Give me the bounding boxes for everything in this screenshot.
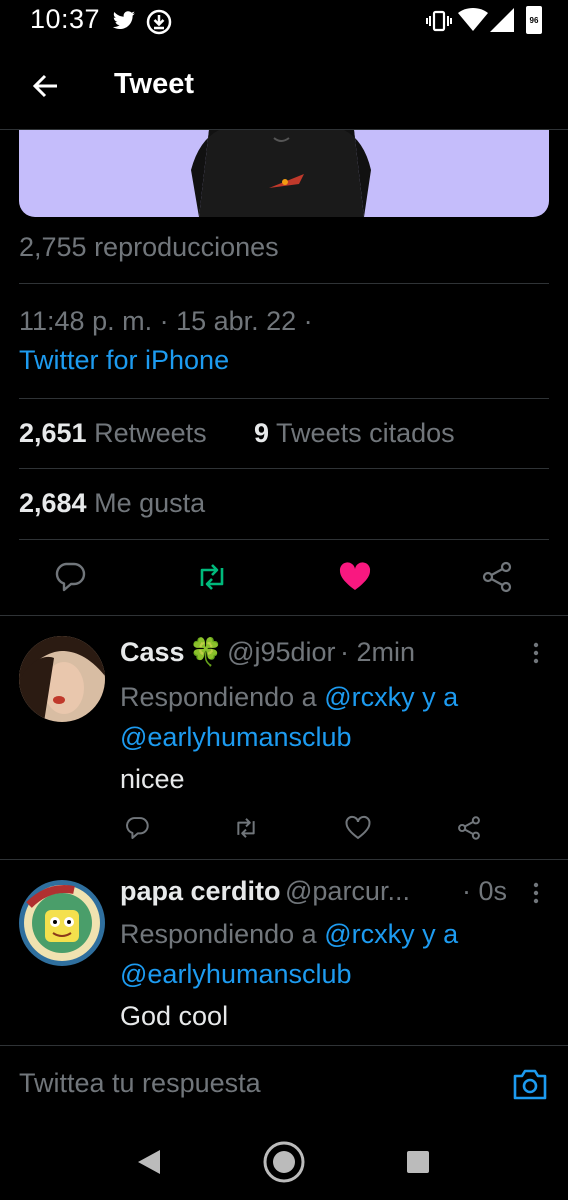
share-icon[interactable] [480, 560, 514, 594]
recents-square-icon[interactable] [406, 1150, 430, 1174]
quotes-count: 9 [254, 418, 270, 448]
like-icon[interactable] [338, 560, 372, 594]
likes-label: Me gusta [94, 488, 206, 518]
divider [19, 539, 549, 540]
likes-stat[interactable]: 2,684 Me gusta [19, 488, 205, 519]
reply-icon[interactable] [124, 815, 150, 841]
replying-to: Respondiendo a @rcxky y a @earlyhumanscl… [120, 677, 540, 757]
mention-joiner: y a [422, 682, 459, 712]
signal-icon [490, 8, 514, 32]
reply-author-name[interactable]: Cass [120, 637, 185, 667]
clover-emoji: 🍀 [189, 637, 223, 667]
tweet-client-link[interactable]: Twitter for iPhone [19, 345, 229, 376]
likes-count: 2,684 [19, 488, 87, 518]
media-illustration [191, 130, 371, 217]
reply-item[interactable]: papa cerdito @parcur... · 0s Respondiend… [0, 860, 568, 1045]
wifi-icon [458, 8, 488, 31]
status-bar: 10:37 96 [0, 0, 568, 46]
avatar-image [19, 636, 105, 722]
mention-link[interactable]: @rcxky [324, 682, 414, 712]
battery-icon: 96 [526, 6, 542, 34]
reply-time: · 0s [462, 876, 508, 906]
back-triangle-icon[interactable] [136, 1148, 162, 1176]
battery-level: 96 [529, 16, 539, 25]
mention-link[interactable]: @earlyhumansclub [120, 722, 352, 752]
more-options-icon[interactable] [532, 882, 540, 904]
retweets-stat[interactable]: 2,651 Retweets [19, 418, 207, 449]
mention-link[interactable]: @rcxky [324, 919, 414, 949]
divider [19, 468, 549, 469]
divider [19, 283, 549, 284]
quotes-label: Tweets citados [276, 418, 455, 448]
mention-link[interactable]: @earlyhumansclub [120, 959, 352, 989]
arrow-left-icon[interactable] [30, 70, 62, 102]
more-options-icon[interactable] [532, 642, 540, 664]
tweet-media[interactable] [19, 130, 549, 217]
avatar[interactable] [19, 880, 105, 966]
home-circle-icon[interactable] [262, 1140, 306, 1184]
quotes-stat[interactable]: 9 Tweets citados [254, 418, 455, 449]
tweet-timestamp: 11:48 p. m. · 15 abr. 22 · [19, 306, 313, 336]
avatar-image [19, 880, 105, 966]
vibrate-icon [426, 10, 452, 32]
divider [19, 398, 549, 399]
system-nav-bar [0, 1116, 568, 1200]
page-title: Tweet [114, 68, 195, 100]
retweet-icon[interactable] [195, 560, 229, 594]
like-icon[interactable] [345, 815, 371, 841]
mention-joiner: y a [422, 919, 459, 949]
reply-time: · 2min [340, 637, 416, 667]
camera-icon[interactable] [512, 1067, 548, 1101]
reply-item[interactable]: Cass 🍀 @j95dior · 2min Respondiendo a @r… [0, 616, 568, 859]
reply-header: Cass 🍀 @j95dior · 2min [120, 636, 415, 668]
reply-header: papa cerdito @parcur... [120, 876, 460, 907]
replying-to: Respondiendo a @rcxky y a @earlyhumanscl… [120, 914, 540, 994]
twitter-bird-icon [112, 11, 135, 29]
download-icon [146, 9, 172, 35]
reply-text: nicee [120, 764, 185, 794]
reply-author-handle[interactable]: @j95dior [227, 637, 335, 667]
replying-prefix: Respondiendo a [120, 682, 317, 712]
avatar[interactable] [19, 636, 105, 722]
reply-author-handle[interactable]: @parcur... [285, 876, 410, 906]
reply-icon[interactable] [53, 560, 87, 594]
retweets-count: 2,651 [19, 418, 87, 448]
view-count: 2,755 reproducciones [19, 232, 279, 262]
retweets-label: Retweets [94, 418, 207, 448]
share-icon[interactable] [456, 815, 482, 841]
reply-input-placeholder[interactable]: Twittea tu respuesta [19, 1068, 261, 1099]
reply-author-name[interactable]: papa cerdito [120, 876, 281, 906]
reply-text: God cool [120, 1001, 229, 1031]
replying-prefix: Respondiendo a [120, 919, 317, 949]
retweet-icon[interactable] [233, 815, 259, 841]
status-time: 10:37 [30, 4, 101, 34]
